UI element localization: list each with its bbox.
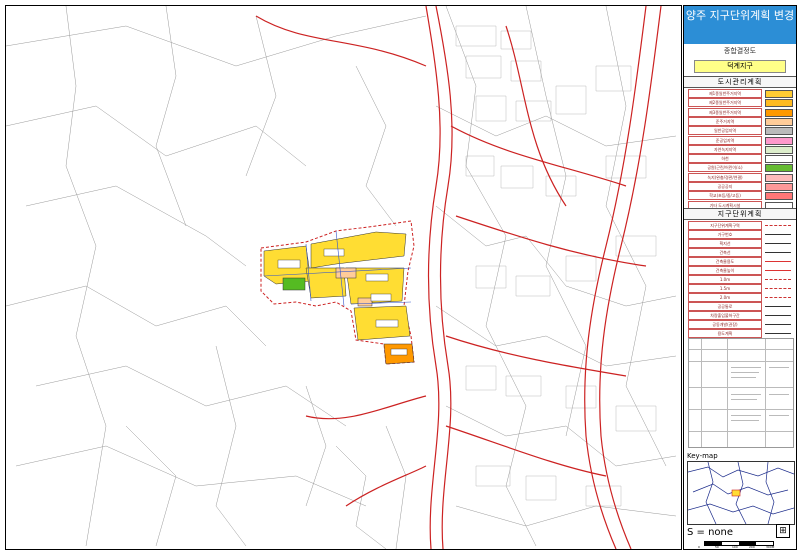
legend-label: 차량출입불허구간 — [688, 311, 762, 320]
legend-label: 학교(초등/중/고등) — [688, 191, 762, 201]
legend-swatch — [765, 99, 793, 108]
keymap-drawing — [688, 462, 794, 524]
urban-legend-item: 일반공업지역 — [688, 126, 793, 136]
legend-label: 건축물용도 — [688, 257, 762, 266]
urban-legend-item: 공원(근린/어린이/소) — [688, 163, 793, 173]
legend-label: 제1종일반주거지역 — [688, 89, 762, 98]
legend-line-symbol — [765, 279, 791, 280]
legend-swatch — [765, 183, 793, 191]
legend-label: 공공통로 — [688, 302, 762, 311]
legend-label: 일반공업지역 — [688, 126, 762, 136]
plan-subtitle: 종합결정도 — [723, 47, 757, 55]
district-legend-item: 용도계획 — [688, 329, 792, 338]
district-legend-item: 건축선 — [688, 248, 792, 257]
keymap-label: Key-map — [687, 452, 718, 460]
legend-label: 2.0m — [688, 293, 762, 302]
legend-line-symbol — [765, 225, 791, 226]
legend-line-symbol — [765, 234, 791, 235]
scale-label: S = none — [687, 527, 734, 538]
legend-line-symbol — [765, 243, 791, 244]
district-legend-item: 차량출입불허구간 — [688, 311, 792, 320]
district-legend-item: 1.5m — [688, 284, 792, 293]
district-legend-item: 지구단위계획구역 — [688, 221, 792, 230]
legend-label: 건축선 — [688, 248, 762, 257]
legend-swatch — [765, 90, 793, 98]
urban-legend-item: 제2종일반주거지역 — [688, 98, 793, 108]
legend-label: 가구번호 — [688, 230, 762, 239]
urban-legend-item: 자연녹지지역 — [688, 144, 793, 154]
urban-legend-item: 녹지(완충/경관/연결) — [688, 172, 793, 182]
parcel-map — [6, 6, 677, 549]
map-canvas[interactable] — [5, 5, 682, 550]
legend-swatch — [765, 117, 793, 126]
urban-legend-item: 준공업지역 — [688, 135, 793, 145]
urban-legend-item: 학교(초등/중/고등) — [688, 191, 793, 201]
scale-ticks: 0 50 100 200 300M — [698, 545, 782, 549]
district-name: 덕계지구 — [694, 60, 786, 73]
scale-tick-label: 300M — [766, 545, 775, 549]
legend-line-symbol — [765, 252, 791, 253]
legend-swatch — [765, 164, 793, 173]
legend-label: 용도계획 — [688, 329, 762, 338]
legend-label: 준주거지역 — [688, 116, 762, 126]
legend-panel: 양주 지구단위계획 변경 종합결정도 덕계지구 도시관리계획 제1종일반주거지역… — [683, 5, 797, 550]
legend-label: 획지선 — [688, 239, 762, 248]
legend-swatch — [765, 127, 793, 136]
legend-swatch — [765, 173, 793, 182]
district-legend-item: 2.0m — [688, 293, 792, 302]
legend-swatch — [765, 155, 793, 164]
legend-label: 자연녹지지역 — [688, 144, 762, 154]
legend-swatch — [765, 192, 793, 201]
district-legend-item: 1.0m — [688, 275, 792, 284]
legend-line-symbol — [765, 261, 791, 262]
urban-legend-item: 준주거지역 — [688, 116, 793, 126]
scale-tick-label: 100 — [732, 545, 738, 549]
urban-legend-item: 제1종일반주거지역 — [688, 89, 793, 98]
legend-label: 공공공지 — [688, 182, 762, 191]
legend-label: 제2종일반주거지역 — [688, 98, 762, 108]
legend-label: 녹지(완충/경관/연결) — [688, 172, 762, 182]
legend-label: 공동개발(권장) — [688, 320, 762, 329]
legend-swatch — [765, 145, 793, 154]
north-arrow-icon: ⊞ — [776, 524, 790, 538]
district-plan-header: 지구단위계획 — [684, 208, 796, 220]
legend-label: 1.5m — [688, 284, 762, 293]
plan-title: 양주 지구단위계획 변경 — [684, 6, 796, 44]
district-legend-item: 공공통로 — [688, 302, 792, 311]
legend-swatch — [765, 136, 793, 145]
legend-label: 준공업지역 — [688, 135, 762, 145]
scale-tick-label: 50 — [715, 545, 719, 549]
legend-swatch — [765, 108, 793, 117]
legend-line-symbol — [765, 270, 791, 271]
district-legend-item: 획지선 — [688, 239, 792, 248]
urban-legend-item: 하천 — [688, 154, 793, 164]
urban-legend-item: 제3종일반주거지역 — [688, 107, 793, 117]
district-legend-item: 가구번호 — [688, 230, 792, 239]
legend-line-symbol — [765, 324, 791, 325]
legend-line-symbol — [765, 306, 791, 307]
scale-tick-label: 200 — [749, 545, 755, 549]
legend-line-symbol — [765, 297, 791, 298]
legend-label: 건축물높이 — [688, 266, 762, 275]
legend-label: 지구단위계획구역 — [688, 221, 762, 230]
keymap[interactable] — [687, 461, 795, 525]
legend-label: 하천 — [688, 154, 762, 164]
map-sheet: 양주 지구단위계획 변경 종합결정도 덕계지구 도시관리계획 제1종일반주거지역… — [0, 0, 800, 555]
legend-line-symbol — [765, 288, 791, 289]
urban-legend-item: 공공공지 — [688, 182, 793, 191]
legend-line-symbol — [765, 333, 791, 334]
legend-label: 1.0m — [688, 275, 762, 284]
legend-line-symbol — [765, 315, 791, 316]
scale-tick-label: 0 — [698, 545, 700, 549]
regulation-table — [688, 338, 794, 448]
legend-label: 공원(근린/어린이/소) — [688, 163, 762, 173]
urban-plan-header: 도시관리계획 — [684, 76, 796, 88]
district-legend-item: 건축물높이 — [688, 266, 792, 275]
district-legend-item: 공동개발(권장) — [688, 320, 792, 329]
legend-label: 제3종일반주거지역 — [688, 107, 762, 117]
dense-parcels — [455, 25, 657, 507]
district-legend-item: 건축물용도 — [688, 257, 792, 266]
